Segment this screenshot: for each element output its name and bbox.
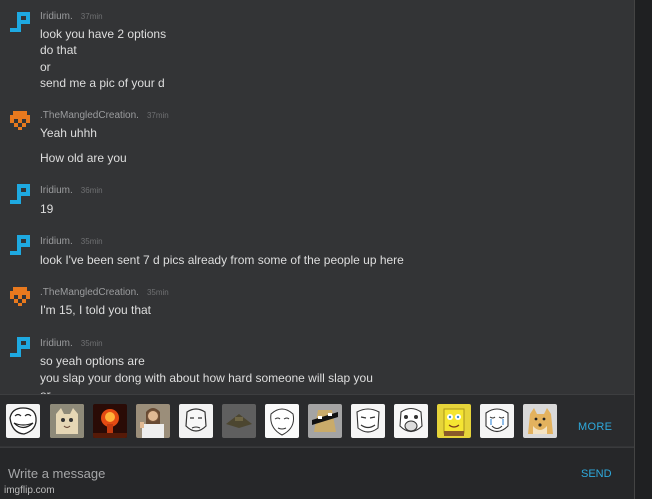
send-button[interactable]: SEND — [581, 468, 612, 480]
timestamp: 37min — [80, 12, 103, 21]
timestamp: 35min — [80, 237, 103, 246]
message-header: Iridium. 36min — [40, 185, 103, 196]
message-header: Iridium. 37min — [40, 11, 103, 22]
message-input[interactable] — [8, 462, 548, 484]
message-list[interactable]: Iridium. 37min look you have 2 options do… — [0, 0, 634, 394]
timestamp: 36min — [80, 186, 103, 195]
timestamp: 35min — [80, 339, 103, 348]
message-text: 19 — [40, 202, 54, 216]
message-text: Yeah uhhh — [40, 126, 97, 140]
blue-pixel-avatar-icon[interactable] — [9, 11, 31, 33]
message-text: look I've been sent 7 d pics already fro… — [40, 253, 404, 267]
timestamp: 37min — [146, 111, 169, 120]
username[interactable]: Iridium. — [40, 11, 73, 22]
message-text: you slap your dong with about how hard s… — [40, 371, 373, 385]
message-header: .TheMangledCreation. 35min — [40, 287, 169, 298]
message-text: send me a pic of your d — [40, 76, 165, 90]
cat-meme-icon[interactable] — [50, 404, 84, 438]
fuck-yea-meme-icon[interactable] — [351, 404, 385, 438]
meme-picker-bar — [0, 394, 634, 446]
jesus-meme-icon[interactable] — [136, 404, 170, 438]
me-gusta-meme-icon[interactable] — [265, 404, 299, 438]
username[interactable]: Iridium. — [40, 236, 73, 247]
message-header: .TheMangledCreation. 37min — [40, 110, 169, 121]
username[interactable]: .TheMangledCreation. — [40, 110, 139, 121]
message-text: look you have 2 options — [40, 27, 167, 41]
username[interactable]: Iridium. — [40, 338, 73, 349]
blue-pixel-avatar-icon[interactable] — [9, 234, 31, 256]
message-text: or — [40, 60, 51, 74]
nuke-explosion-meme-icon[interactable] — [93, 404, 127, 438]
doge-meme-icon[interactable] — [523, 404, 557, 438]
troll-face-meme-icon[interactable] — [6, 404, 40, 438]
blue-pixel-avatar-icon[interactable] — [9, 336, 31, 358]
message-text: I'm 15, I told you that — [40, 303, 152, 317]
spongebob-meme-icon[interactable] — [437, 404, 471, 438]
blue-pixel-avatar-icon[interactable] — [9, 183, 31, 205]
doge-glasses-meme-icon[interactable] — [308, 404, 342, 438]
message-text: do that — [40, 43, 77, 57]
lol-face-meme-icon[interactable] — [394, 404, 428, 438]
imgflip-watermark: imgflip.com — [4, 485, 55, 496]
orange-pixel-avatar-icon[interactable] — [9, 285, 31, 307]
more-memes-button[interactable]: MORE — [578, 421, 612, 433]
orange-pixel-avatar-icon[interactable] — [9, 109, 31, 131]
message-text: How old are you — [40, 151, 127, 165]
message-composer: SEND — [0, 447, 634, 499]
message-header: Iridium. 35min — [40, 338, 103, 349]
timestamp: 35min — [146, 288, 169, 297]
scrollbar[interactable] — [634, 0, 652, 499]
okay-face-meme-icon[interactable] — [179, 404, 213, 438]
scumbag-hat-meme-icon[interactable] — [222, 404, 256, 438]
message-text: so yeah options are — [40, 354, 145, 368]
username[interactable]: Iridium. — [40, 185, 73, 196]
message-header: Iridium. 35min — [40, 236, 103, 247]
happy-cry-face-meme-icon[interactable] — [480, 404, 514, 438]
username[interactable]: .TheMangledCreation. — [40, 287, 139, 298]
chat-window: Iridium. 37min look you have 2 options do… — [0, 0, 652, 499]
